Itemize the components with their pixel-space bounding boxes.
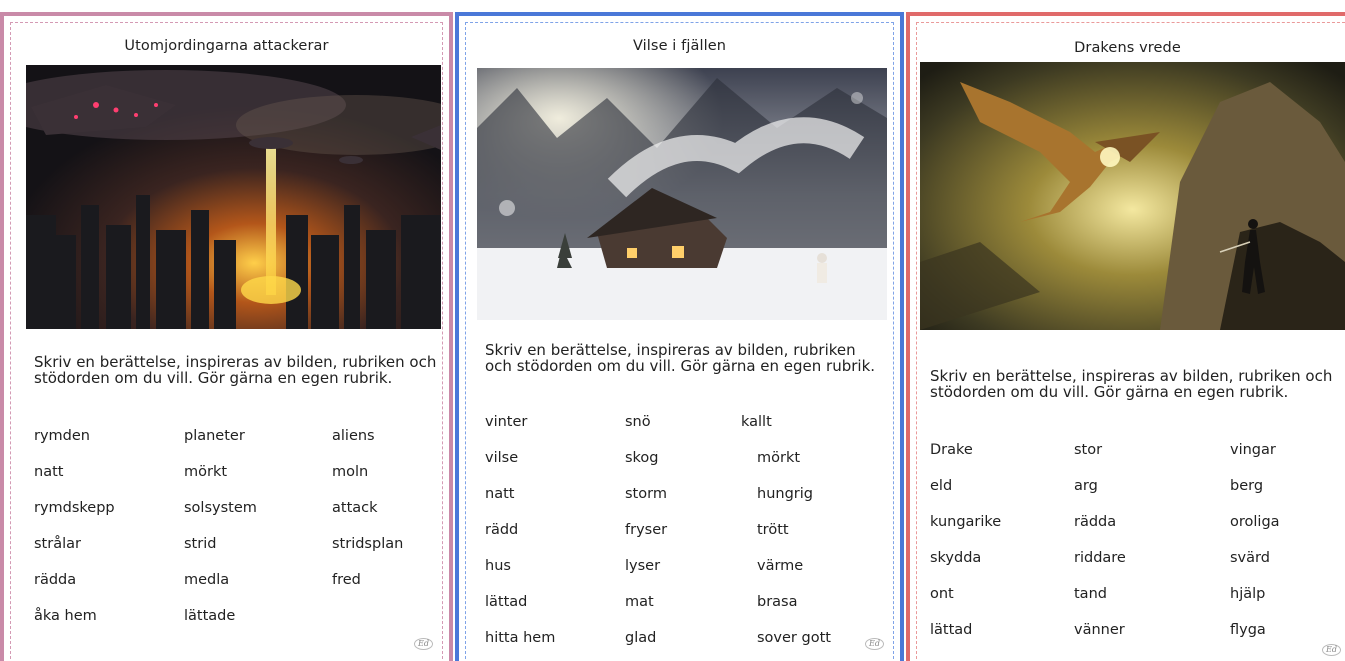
card-title: Vilse i fjällen [632,38,727,54]
support-word: fred [332,572,361,588]
support-word: rädda [34,572,77,588]
support-word: natt [34,464,64,480]
author-signature-logo: Ed [865,638,884,650]
support-word: moln [332,464,369,480]
support-word: trött [757,522,789,538]
snowy-cabin-image [477,68,887,320]
support-word: strålar [34,536,81,552]
support-word: flyga [1230,622,1266,638]
writing-prompt: Skriv en berättelse, inspireras av bilde… [485,341,876,375]
support-word: hus [485,558,511,574]
support-word: mörkt [184,464,228,480]
support-word: Drake [930,442,973,458]
support-word: berg [1230,478,1264,494]
support-word: aliens [332,428,375,444]
support-word: storm [625,486,667,502]
story-card-mountains: Vilse i fjällen Skriv en berättelse, ins… [455,12,904,661]
support-word: attack [332,500,378,516]
support-word: snö [625,414,651,430]
support-word: åka hem [34,608,97,624]
card-title: Utomjordingarna attackerar [124,38,329,54]
story-card-aliens: Utomjordingarna attackerar Skriv en berä… [0,12,453,661]
ufo-city-image [26,65,441,329]
support-word: mörkt [757,450,801,466]
writing-prompt: Skriv en berättelse, inspireras av bilde… [930,367,1333,401]
support-word: vinter [485,414,528,430]
support-word: kungarike [930,514,1002,530]
support-word: ont [930,586,954,602]
support-word: svärd [1230,550,1270,566]
support-word: planeter [184,428,245,444]
support-word: lättad [930,622,973,638]
writing-prompt: Skriv en berättelse, inspireras av bilde… [34,353,437,387]
support-word: rädda [1074,514,1117,530]
support-word: riddare [1074,550,1126,566]
support-word: medla [184,572,230,588]
support-word: hitta hem [485,630,556,646]
support-word: rymden [34,428,90,444]
support-word: rädd [485,522,519,538]
story-card-dragon: Drakens vrede Skriv en berättelse, inspi… [906,12,1345,661]
support-word: lyser [625,558,661,574]
dragon-mountain-image [920,62,1345,330]
support-word: lättad [485,594,528,610]
author-signature-logo: Ed [1322,644,1341,656]
support-word: vingar [1230,442,1276,458]
support-word: rymdskepp [34,500,115,516]
support-word: fryser [625,522,668,538]
support-word: arg [1074,478,1098,494]
support-word: strid [184,536,217,552]
support-word: oroliga [1230,514,1280,530]
support-word: värme [757,558,804,574]
support-word: skydda [930,550,982,566]
support-word: skog [625,450,659,466]
support-word: eld [930,478,953,494]
author-signature-logo: Ed [414,638,433,650]
support-word: solsystem [184,500,257,516]
support-word: hungrig [757,486,813,502]
support-word: sover gott [757,630,831,646]
support-word: vilse [485,450,519,466]
support-word: hjälp [1230,586,1266,602]
support-word: stridsplan [332,536,404,552]
card-title: Drakens vrede [1074,40,1181,56]
support-word: mat [625,594,654,610]
support-word: glad [625,630,657,646]
support-word: stor [1074,442,1103,458]
support-word: tand [1074,586,1107,602]
support-word: vänner [1074,622,1125,638]
support-word: lättade [184,608,236,624]
support-word: brasa [757,594,798,610]
support-word: kallt [741,414,772,430]
support-word: natt [485,486,515,502]
